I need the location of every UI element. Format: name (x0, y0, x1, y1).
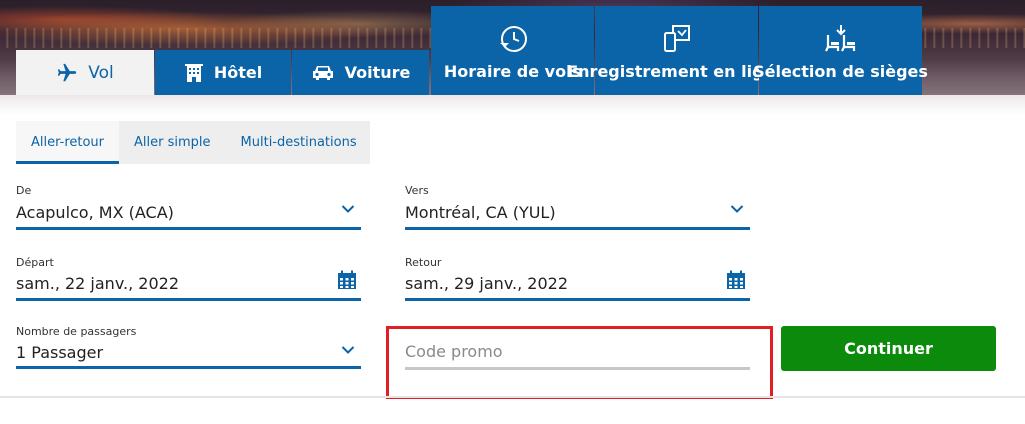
to-label: Vers (405, 184, 429, 197)
return-label: Retour (405, 256, 442, 269)
promo-code-input[interactable] (405, 335, 750, 367)
plane-icon (56, 62, 78, 84)
return-value: sam., 29 janv., 2022 (405, 274, 569, 293)
tab-online-checkin[interactable]: Enregistrement en ligne (567, 6, 786, 95)
chevron-down-icon (341, 340, 355, 359)
chevron-down-icon (730, 199, 744, 218)
depart-value: sam., 22 janv., 2022 (16, 274, 180, 293)
passengers-value: 1 Passager (16, 343, 104, 362)
to-field[interactable]: Vers Montréal, CA (YUL) (405, 184, 750, 230)
from-value: Acapulco, MX (ACA) (16, 203, 174, 222)
trip-tab-one-way[interactable]: Aller simple (119, 121, 226, 164)
return-date-field[interactable]: Retour sam., 29 janv., 2022 (405, 256, 750, 301)
depart-date-field[interactable]: Départ sam., 22 janv., 2022 (16, 256, 361, 301)
trip-tab-round-trip[interactable]: Aller-retour (16, 121, 120, 164)
passengers-field[interactable]: Nombre de passagers 1 Passager (16, 325, 361, 369)
tab-seat-selection-label: Sélection de sièges (753, 61, 928, 81)
tab-flight-label: Vol (88, 62, 114, 83)
tab-flight-schedule-label: Horaire de vols (443, 61, 582, 81)
tab-car[interactable]: Voiture (292, 50, 429, 95)
car-icon (311, 64, 335, 82)
calendar-icon[interactable] (337, 270, 357, 294)
promo-code-field (405, 335, 750, 370)
chevron-down-icon (341, 199, 355, 218)
hotel-icon (184, 63, 204, 83)
calendar-icon[interactable] (726, 270, 746, 294)
tab-car-label: Voiture (344, 63, 411, 82)
tab-hotel-label: Hôtel (213, 63, 263, 82)
continue-button[interactable]: Continuer (781, 326, 996, 371)
clock-plane-icon (497, 20, 529, 58)
from-label: De (16, 184, 32, 197)
tab-flight[interactable]: Vol (16, 50, 154, 95)
to-value: Montréal, CA (YUL) (405, 203, 556, 222)
tab-seat-selection[interactable]: Sélection de sièges (753, 6, 928, 95)
depart-label: Départ (16, 256, 54, 269)
trip-type-tabs: Aller-retour Aller simple Multi-destinat… (16, 121, 370, 164)
tab-hotel[interactable]: Hôtel (155, 50, 291, 95)
from-field[interactable]: De Acapulco, MX (ACA) (16, 184, 361, 230)
tab-flight-schedule[interactable]: Horaire de vols (431, 6, 594, 95)
passengers-label: Nombre de passagers (16, 325, 137, 338)
seat-icon (824, 20, 858, 58)
trip-tab-multi-city[interactable]: Multi-destinations (226, 121, 372, 164)
mobile-checkin-icon (661, 20, 693, 58)
